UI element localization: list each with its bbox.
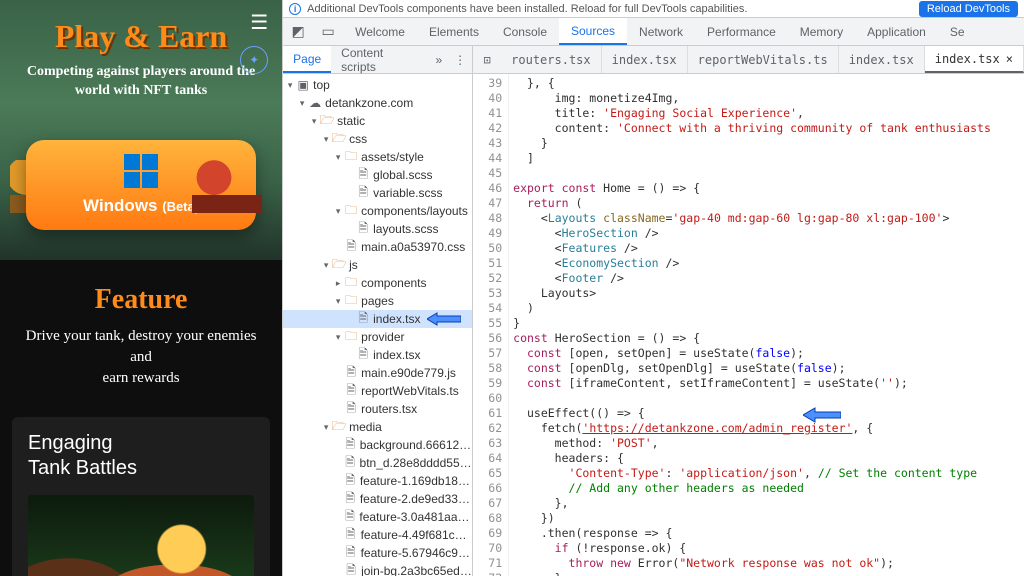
annotation-arrow-tree	[427, 311, 461, 327]
tree-node[interactable]: 🗎feature-3.0a481aac1f3	[283, 508, 472, 526]
tree-node[interactable]: 🗎index.tsx	[283, 310, 472, 328]
devtools-tab-performance[interactable]: Performance	[695, 18, 788, 45]
file-tree[interactable]: ▾▣top▾☁detankzone.com▾🗁static▾🗁css▾🗀asse…	[283, 74, 472, 576]
devtools-panel: i Additional DevTools components have be…	[282, 0, 1024, 576]
tree-node[interactable]: 🗎feature-4.49f681c46e	[283, 526, 472, 544]
tree-node[interactable]: 🗎layouts.scss	[283, 220, 472, 238]
windows-logo-icon	[124, 154, 158, 188]
hero-subtitle: Competing against players around the wor…	[0, 63, 282, 101]
tree-node[interactable]: 🗎variable.scss	[283, 184, 472, 202]
tree-node[interactable]: 🗎routers.tsx	[283, 400, 472, 418]
reload-devtools-button[interactable]: Reload DevTools	[919, 1, 1018, 17]
tree-node[interactable]: ▾🗀assets/style	[283, 148, 472, 166]
devtools-tab-welcome[interactable]: Welcome	[343, 18, 417, 45]
devtools-tab-application[interactable]: Application	[855, 18, 938, 45]
tree-node[interactable]: 🗎index.tsx	[283, 346, 472, 364]
editor-tab[interactable]: index.tsx×	[925, 46, 1024, 73]
code-content[interactable]: }, { img: monetize4Img, title: 'Engaging…	[509, 74, 1024, 576]
feature-card-image	[28, 495, 254, 576]
notice-text: Additional DevTools components have been…	[307, 3, 913, 15]
tree-node[interactable]: ▾🗁css	[283, 130, 472, 148]
windows-download-button[interactable]: Windows (Beta)	[26, 140, 256, 230]
editor-tab[interactable]: routers.tsx	[501, 46, 601, 73]
tree-node[interactable]: 🗎background.66612c6b	[283, 436, 472, 454]
line-gutter: 39 40 41 42 43 44 45 46 47 48 49 50 51 5…	[473, 74, 509, 576]
tree-node[interactable]: ▸🗀components	[283, 274, 472, 292]
device-toolbar-icon[interactable]: ▭	[313, 18, 343, 45]
hero-title: Play & Earn	[0, 0, 282, 55]
tree-node[interactable]: ▾🗁media	[283, 418, 472, 436]
devtools-tab-elements[interactable]: Elements	[417, 18, 491, 45]
annotation-arrow-code	[803, 406, 841, 427]
hamburger-icon[interactable]: ☰	[250, 10, 268, 35]
tree-node[interactable]: ▾▣top	[283, 76, 472, 94]
tree-node[interactable]: ▾🗀provider	[283, 328, 472, 346]
devtools-tab-se[interactable]: Se	[938, 18, 977, 45]
tree-node[interactable]: ▾🗀components/layouts	[283, 202, 472, 220]
devtools-tab-sources[interactable]: Sources	[559, 18, 627, 45]
kebab-icon[interactable]: ⋮	[448, 46, 472, 73]
tree-node[interactable]: 🗎main.a0a53970.css	[283, 238, 472, 256]
tree-node[interactable]: 🗎btn_d.28e8dddd555a3	[283, 454, 472, 472]
tree-node[interactable]: 🗎feature-5.67946c9ddf	[283, 544, 472, 562]
devtools-tab-console[interactable]: Console	[491, 18, 559, 45]
hero-section: ☰ ✦ Play & Earn Competing against player…	[0, 0, 282, 260]
editor-tab[interactable]: reportWebVitals.ts	[688, 46, 839, 73]
tree-node[interactable]: 🗎join-bg.2a3bc65edca	[283, 562, 472, 576]
feature-section: Feature Drive your tank, destroy your en…	[0, 260, 282, 399]
tree-node[interactable]: ▾☁detankzone.com	[283, 94, 472, 112]
lens-icon[interactable]: ✦	[240, 46, 268, 74]
sources-sidebar-tabs: Page Content scripts » ⋮	[283, 46, 472, 74]
feature-title: Feature	[20, 284, 262, 316]
code-area[interactable]: 39 40 41 42 43 44 45 46 47 48 49 50 51 5…	[473, 74, 1024, 576]
tree-node[interactable]: 🗎feature-1.169db18d2a	[283, 472, 472, 490]
tree-node[interactable]: 🗎global.scss	[283, 166, 472, 184]
editor-tab[interactable]: index.tsx	[839, 46, 925, 73]
devtools-tab-network[interactable]: Network	[627, 18, 695, 45]
feature-card-title: Engaging Tank Battles	[28, 431, 254, 481]
source-editor: ⊡ routers.tsxindex.tsxreportWebVitals.ts…	[473, 46, 1024, 576]
inspect-icon[interactable]: ◩	[283, 18, 313, 45]
devtools-notice-bar: i Additional DevTools components have be…	[283, 0, 1024, 18]
tree-node[interactable]: 🗎feature-2.de9ed33714	[283, 490, 472, 508]
feature-subtitle: Drive your tank, destroy your enemies an…	[20, 326, 262, 389]
sources-sidebar: Page Content scripts » ⋮ ▾▣top▾☁detankzo…	[283, 46, 473, 576]
feature-card: Engaging Tank Battles	[12, 417, 270, 576]
windows-button-label: Windows (Beta)	[83, 196, 199, 216]
tree-node[interactable]: ▾🗀pages	[283, 292, 472, 310]
editor-tabs: ⊡ routers.tsxindex.tsxreportWebVitals.ts…	[473, 46, 1024, 74]
tree-node[interactable]: 🗎reportWebVitals.ts	[283, 382, 472, 400]
tree-node[interactable]: ▾🗁static	[283, 112, 472, 130]
tree-node[interactable]: ▾🗁js	[283, 256, 472, 274]
website-preview: ☰ ✦ Play & Earn Competing against player…	[0, 0, 282, 576]
content-scripts-tab[interactable]: Content scripts	[331, 46, 429, 73]
devtools-main-tabs: ◩ ▭ WelcomeElementsConsoleSourcesNetwork…	[283, 18, 1024, 46]
tree-node[interactable]: 🗎main.e90de779.js	[283, 364, 472, 382]
close-icon[interactable]: ×	[1006, 52, 1013, 66]
more-tabs-icon[interactable]: »	[429, 46, 448, 73]
editor-tab[interactable]: index.tsx	[602, 46, 688, 73]
devtools-tab-memory[interactable]: Memory	[788, 18, 855, 45]
page-tab[interactable]: Page	[283, 46, 331, 73]
navigator-toggle-icon[interactable]: ⊡	[473, 46, 501, 73]
info-icon: i	[289, 3, 301, 15]
